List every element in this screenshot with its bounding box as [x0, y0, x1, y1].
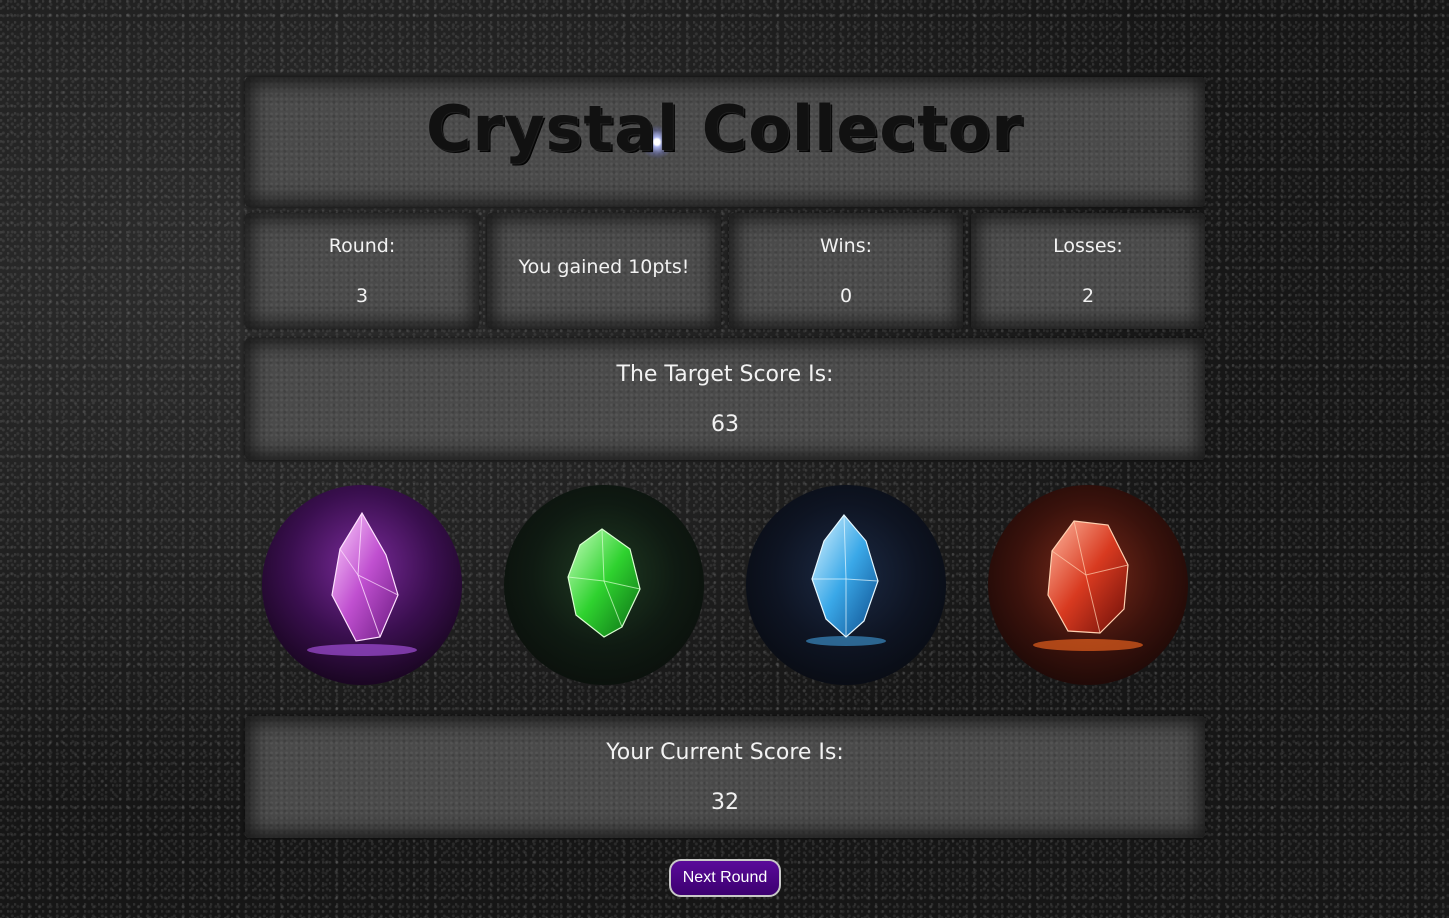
- purple-crystal-icon: [262, 485, 462, 685]
- target-score-panel: The Target Score Is: 63: [245, 338, 1205, 460]
- purple-crystal-button[interactable]: [262, 485, 462, 685]
- blue-crystal-icon: [746, 485, 946, 685]
- green-crystal-icon: [504, 485, 704, 685]
- target-score-value: 63: [711, 412, 739, 437]
- red-crystal-icon: [988, 485, 1188, 685]
- losses-label: Losses:: [1053, 235, 1123, 257]
- losses-panel: Losses: 2: [971, 213, 1205, 329]
- target-score-label: The Target Score Is:: [616, 362, 834, 387]
- wins-value: 0: [839, 285, 853, 307]
- current-score-label: Your Current Score Is:: [606, 740, 844, 765]
- current-score-value: 32: [711, 790, 739, 815]
- round-value: 3: [355, 285, 369, 307]
- page-title: Crystal Collector: [426, 92, 1023, 165]
- round-panel: Round: 3: [245, 213, 479, 329]
- current-score-panel: Your Current Score Is: 32: [245, 716, 1205, 838]
- wins-panel: Wins: 0: [729, 213, 963, 329]
- red-crystal-button[interactable]: [988, 485, 1188, 685]
- message-panel: You gained 10pts!: [487, 213, 721, 329]
- blue-crystal-button[interactable]: [746, 485, 946, 685]
- wins-label: Wins:: [820, 235, 872, 257]
- green-crystal-button[interactable]: [504, 485, 704, 685]
- status-message: You gained 10pts!: [518, 256, 690, 278]
- next-round-button[interactable]: Next Round: [669, 859, 781, 897]
- round-label: Round:: [328, 235, 396, 257]
- losses-value: 2: [1081, 285, 1095, 307]
